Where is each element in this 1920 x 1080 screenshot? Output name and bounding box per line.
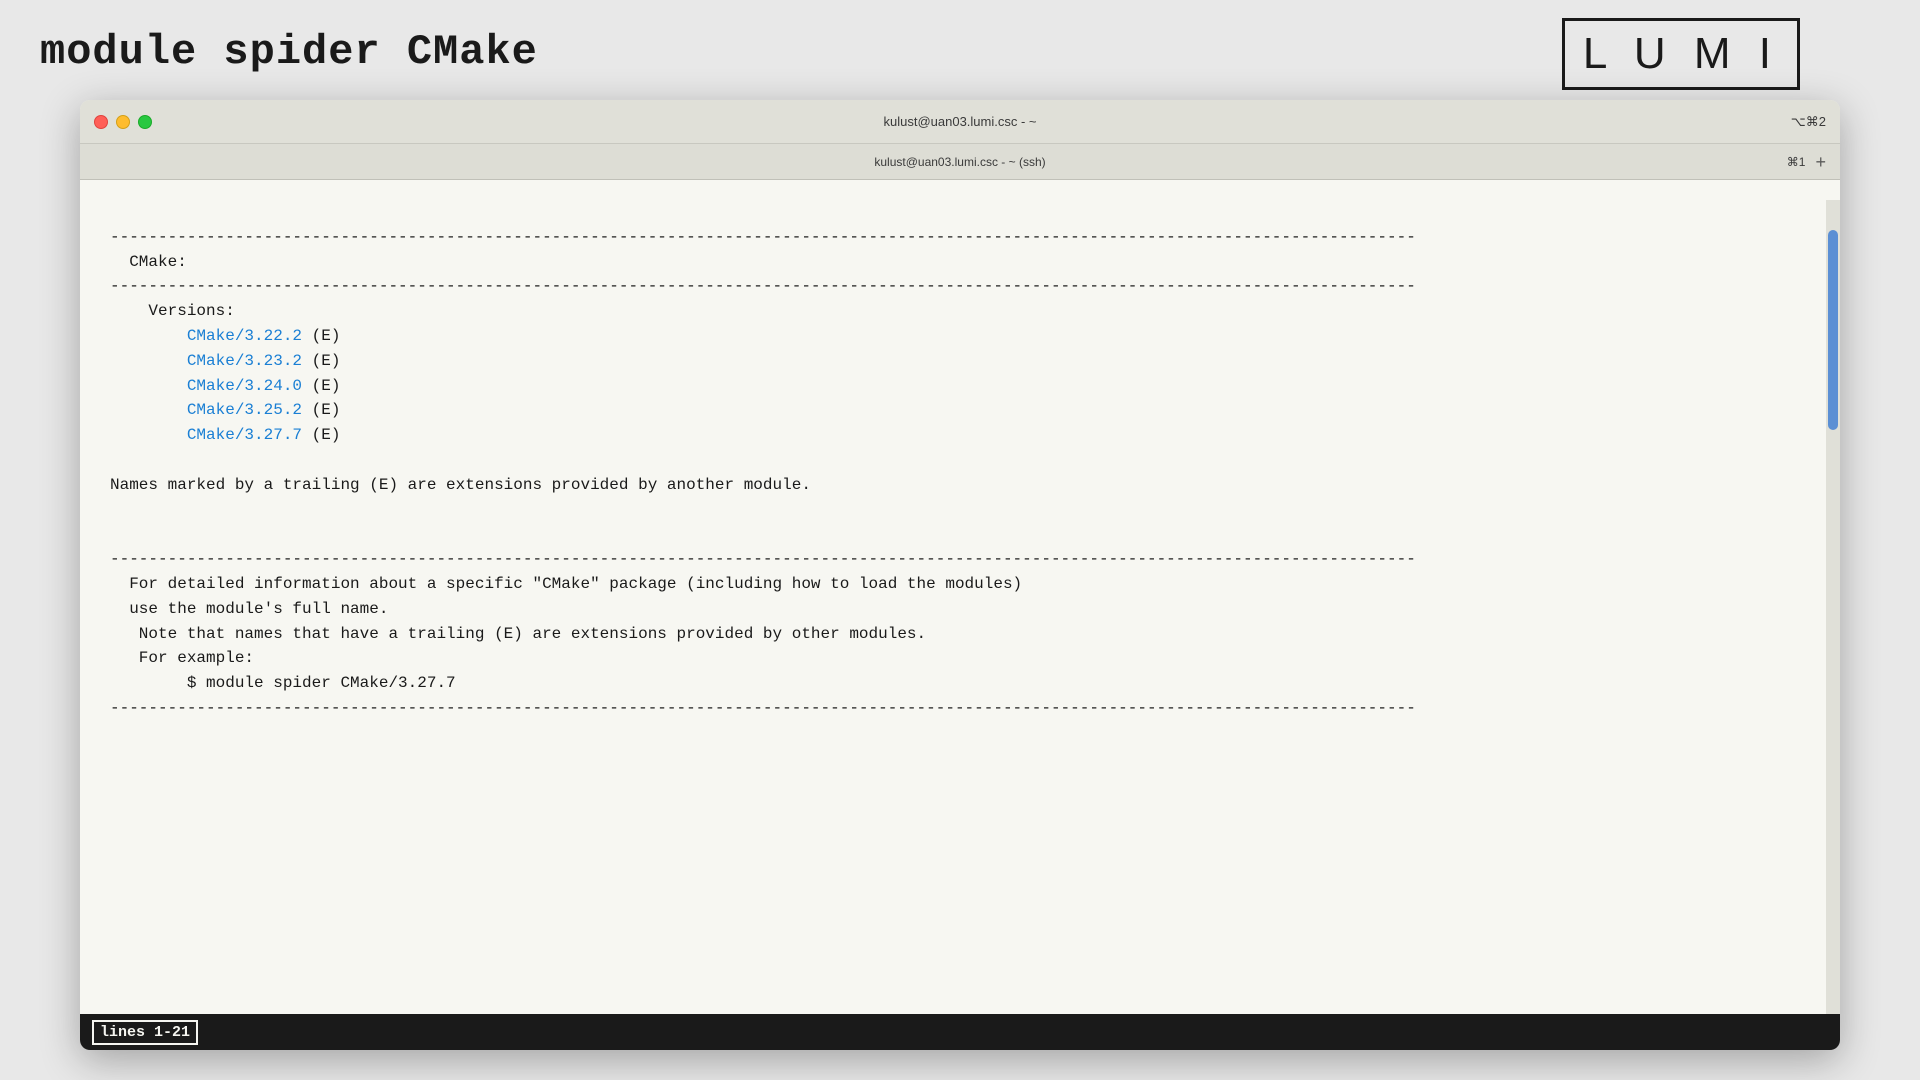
- scrollbar-thumb[interactable]: [1828, 230, 1838, 430]
- terminal-content: ----------------------------------------…: [80, 180, 1840, 1014]
- tab-shortcut-area: ⌘1 +: [1787, 153, 1826, 171]
- separator-line-4: ----------------------------------------…: [110, 699, 1416, 717]
- terminal-tab-bar: kulust@uan03.lumi.csc - ~ (ssh) ⌘1 +: [80, 144, 1840, 180]
- cmake-section-name: CMake:: [110, 253, 187, 271]
- terminal-title-main: kulust@uan03.lumi.csc - ~: [883, 114, 1036, 129]
- version-3: CMake/3.24.0 (E): [110, 377, 340, 395]
- terminal-output: ----------------------------------------…: [80, 200, 1826, 1014]
- version-5: CMake/3.27.7 (E): [110, 426, 340, 444]
- example-command: $ module spider CMake/3.27.7: [110, 674, 456, 692]
- info-line-4: For example:: [110, 649, 254, 667]
- terminal-title-bar: kulust@uan03.lumi.csc - ~ ⌥⌘2: [80, 100, 1840, 144]
- separator-line-3: ----------------------------------------…: [110, 550, 1416, 568]
- new-tab-button[interactable]: +: [1815, 153, 1826, 171]
- title-bar-right: ⌥⌘2: [1791, 114, 1826, 130]
- extensions-note: Names marked by a trailing (E) are exten…: [110, 476, 811, 494]
- traffic-lights: [94, 115, 152, 129]
- terminal-window: kulust@uan03.lumi.csc - ~ ⌥⌘2 kulust@uan…: [80, 100, 1840, 1050]
- page-title: module spider CMake: [40, 28, 538, 76]
- minimize-button[interactable]: [116, 115, 130, 129]
- scrollbar-track[interactable]: [1826, 200, 1840, 1014]
- info-line-2: use the module's full name.: [110, 600, 388, 618]
- info-line-1: For detailed information about a specifi…: [110, 575, 1022, 593]
- version-1: CMake/3.22.2 (E): [110, 327, 340, 345]
- lumi-logo: L U M I: [1562, 18, 1800, 90]
- separator-line-2: ----------------------------------------…: [110, 277, 1416, 295]
- versions-label: Versions:: [110, 302, 235, 320]
- window-shortcut: ⌥⌘2: [1791, 114, 1826, 130]
- status-bar: lines 1-21: [80, 1014, 1840, 1050]
- tab-shortcut-num: ⌘1: [1787, 155, 1806, 169]
- info-line-3: Note that names that have a trailing (E)…: [110, 625, 926, 643]
- version-2: CMake/3.23.2 (E): [110, 352, 340, 370]
- separator-line-1: ----------------------------------------…: [110, 228, 1416, 246]
- title-bar-center: kulust@uan03.lumi.csc - ~: [883, 114, 1036, 129]
- version-4: CMake/3.25.2 (E): [110, 401, 340, 419]
- close-button[interactable]: [94, 115, 108, 129]
- status-badge: lines 1-21: [92, 1020, 198, 1045]
- maximize-button[interactable]: [138, 115, 152, 129]
- lumi-logo-text: L U M I: [1583, 29, 1779, 79]
- tab-label: kulust@uan03.lumi.csc - ~ (ssh): [874, 155, 1045, 169]
